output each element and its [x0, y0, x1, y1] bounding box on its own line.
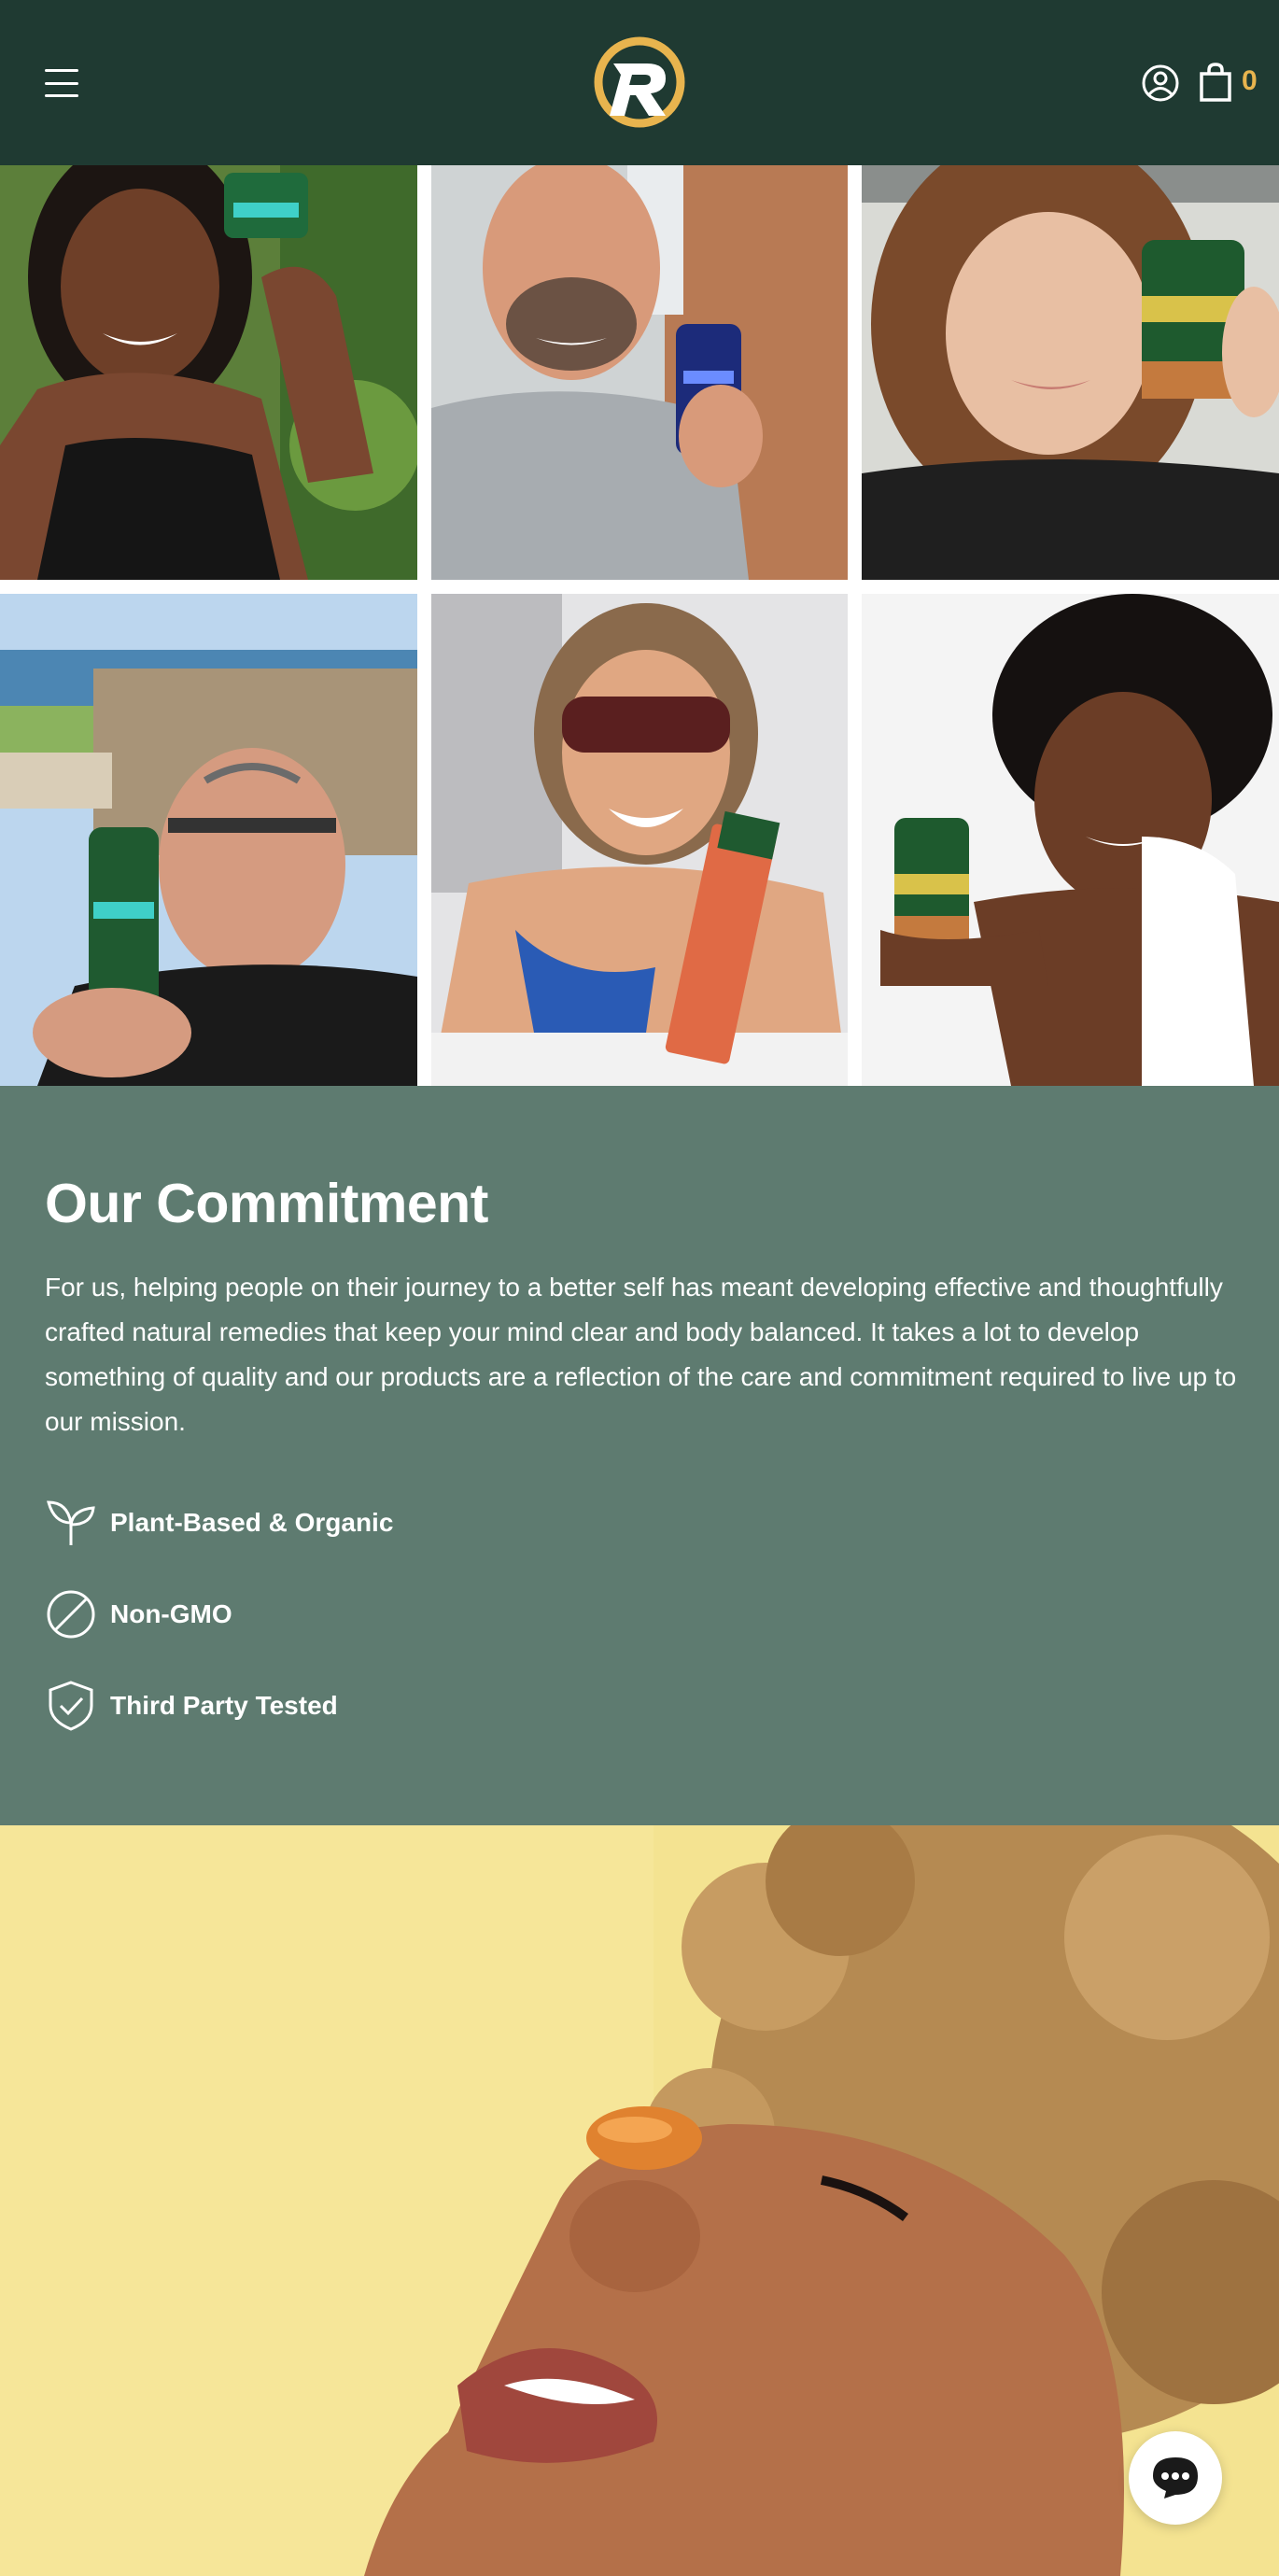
gallery-photo-5 [431, 594, 848, 1086]
feature-plant-based: Plant-Based & Organic [45, 1497, 393, 1549]
gallery-photo-4 [0, 594, 417, 1086]
sprout-icon [47, 1500, 95, 1545]
gallery-photo-2 [431, 165, 848, 580]
gallery-photo-6 [862, 594, 1279, 1086]
shield-check-icon [49, 1681, 93, 1731]
radiant-logo-icon[interactable] [593, 35, 686, 129]
slash-circle-icon [47, 1590, 95, 1639]
chat-button[interactable] [1129, 2431, 1222, 2525]
feature-label: Non-GMO [110, 1599, 232, 1628]
hero-image [0, 1825, 1279, 2576]
feature-label: Plant-Based & Organic [110, 1508, 394, 1537]
gallery-photo-1 [0, 165, 417, 580]
commitment-body: For us, helping people on their journey … [45, 1273, 1237, 1436]
gallery-photo-3 [862, 165, 1279, 580]
commitment-title: Our Commitment [45, 1173, 488, 1234]
feature-non-gmo: Non-GMO [45, 1588, 232, 1640]
user-circle-icon[interactable] [1141, 63, 1180, 103]
chat-bubble-icon [1153, 2457, 1198, 2499]
shopping-bag-icon[interactable] [1199, 62, 1232, 103]
feature-label: Third Party Tested [110, 1691, 338, 1720]
customer-photo-gallery [0, 165, 1279, 1086]
feature-third-party-tested: Third Party Tested [45, 1680, 338, 1732]
hamburger-icon[interactable] [45, 69, 78, 97]
commitment-section: Our Commitment For us, helping people on… [0, 1086, 1279, 1825]
site-header: 0 [0, 0, 1279, 165]
hero-photo-gummy [0, 1825, 1279, 2576]
cart-count-badge[interactable]: 0 [1242, 65, 1258, 97]
